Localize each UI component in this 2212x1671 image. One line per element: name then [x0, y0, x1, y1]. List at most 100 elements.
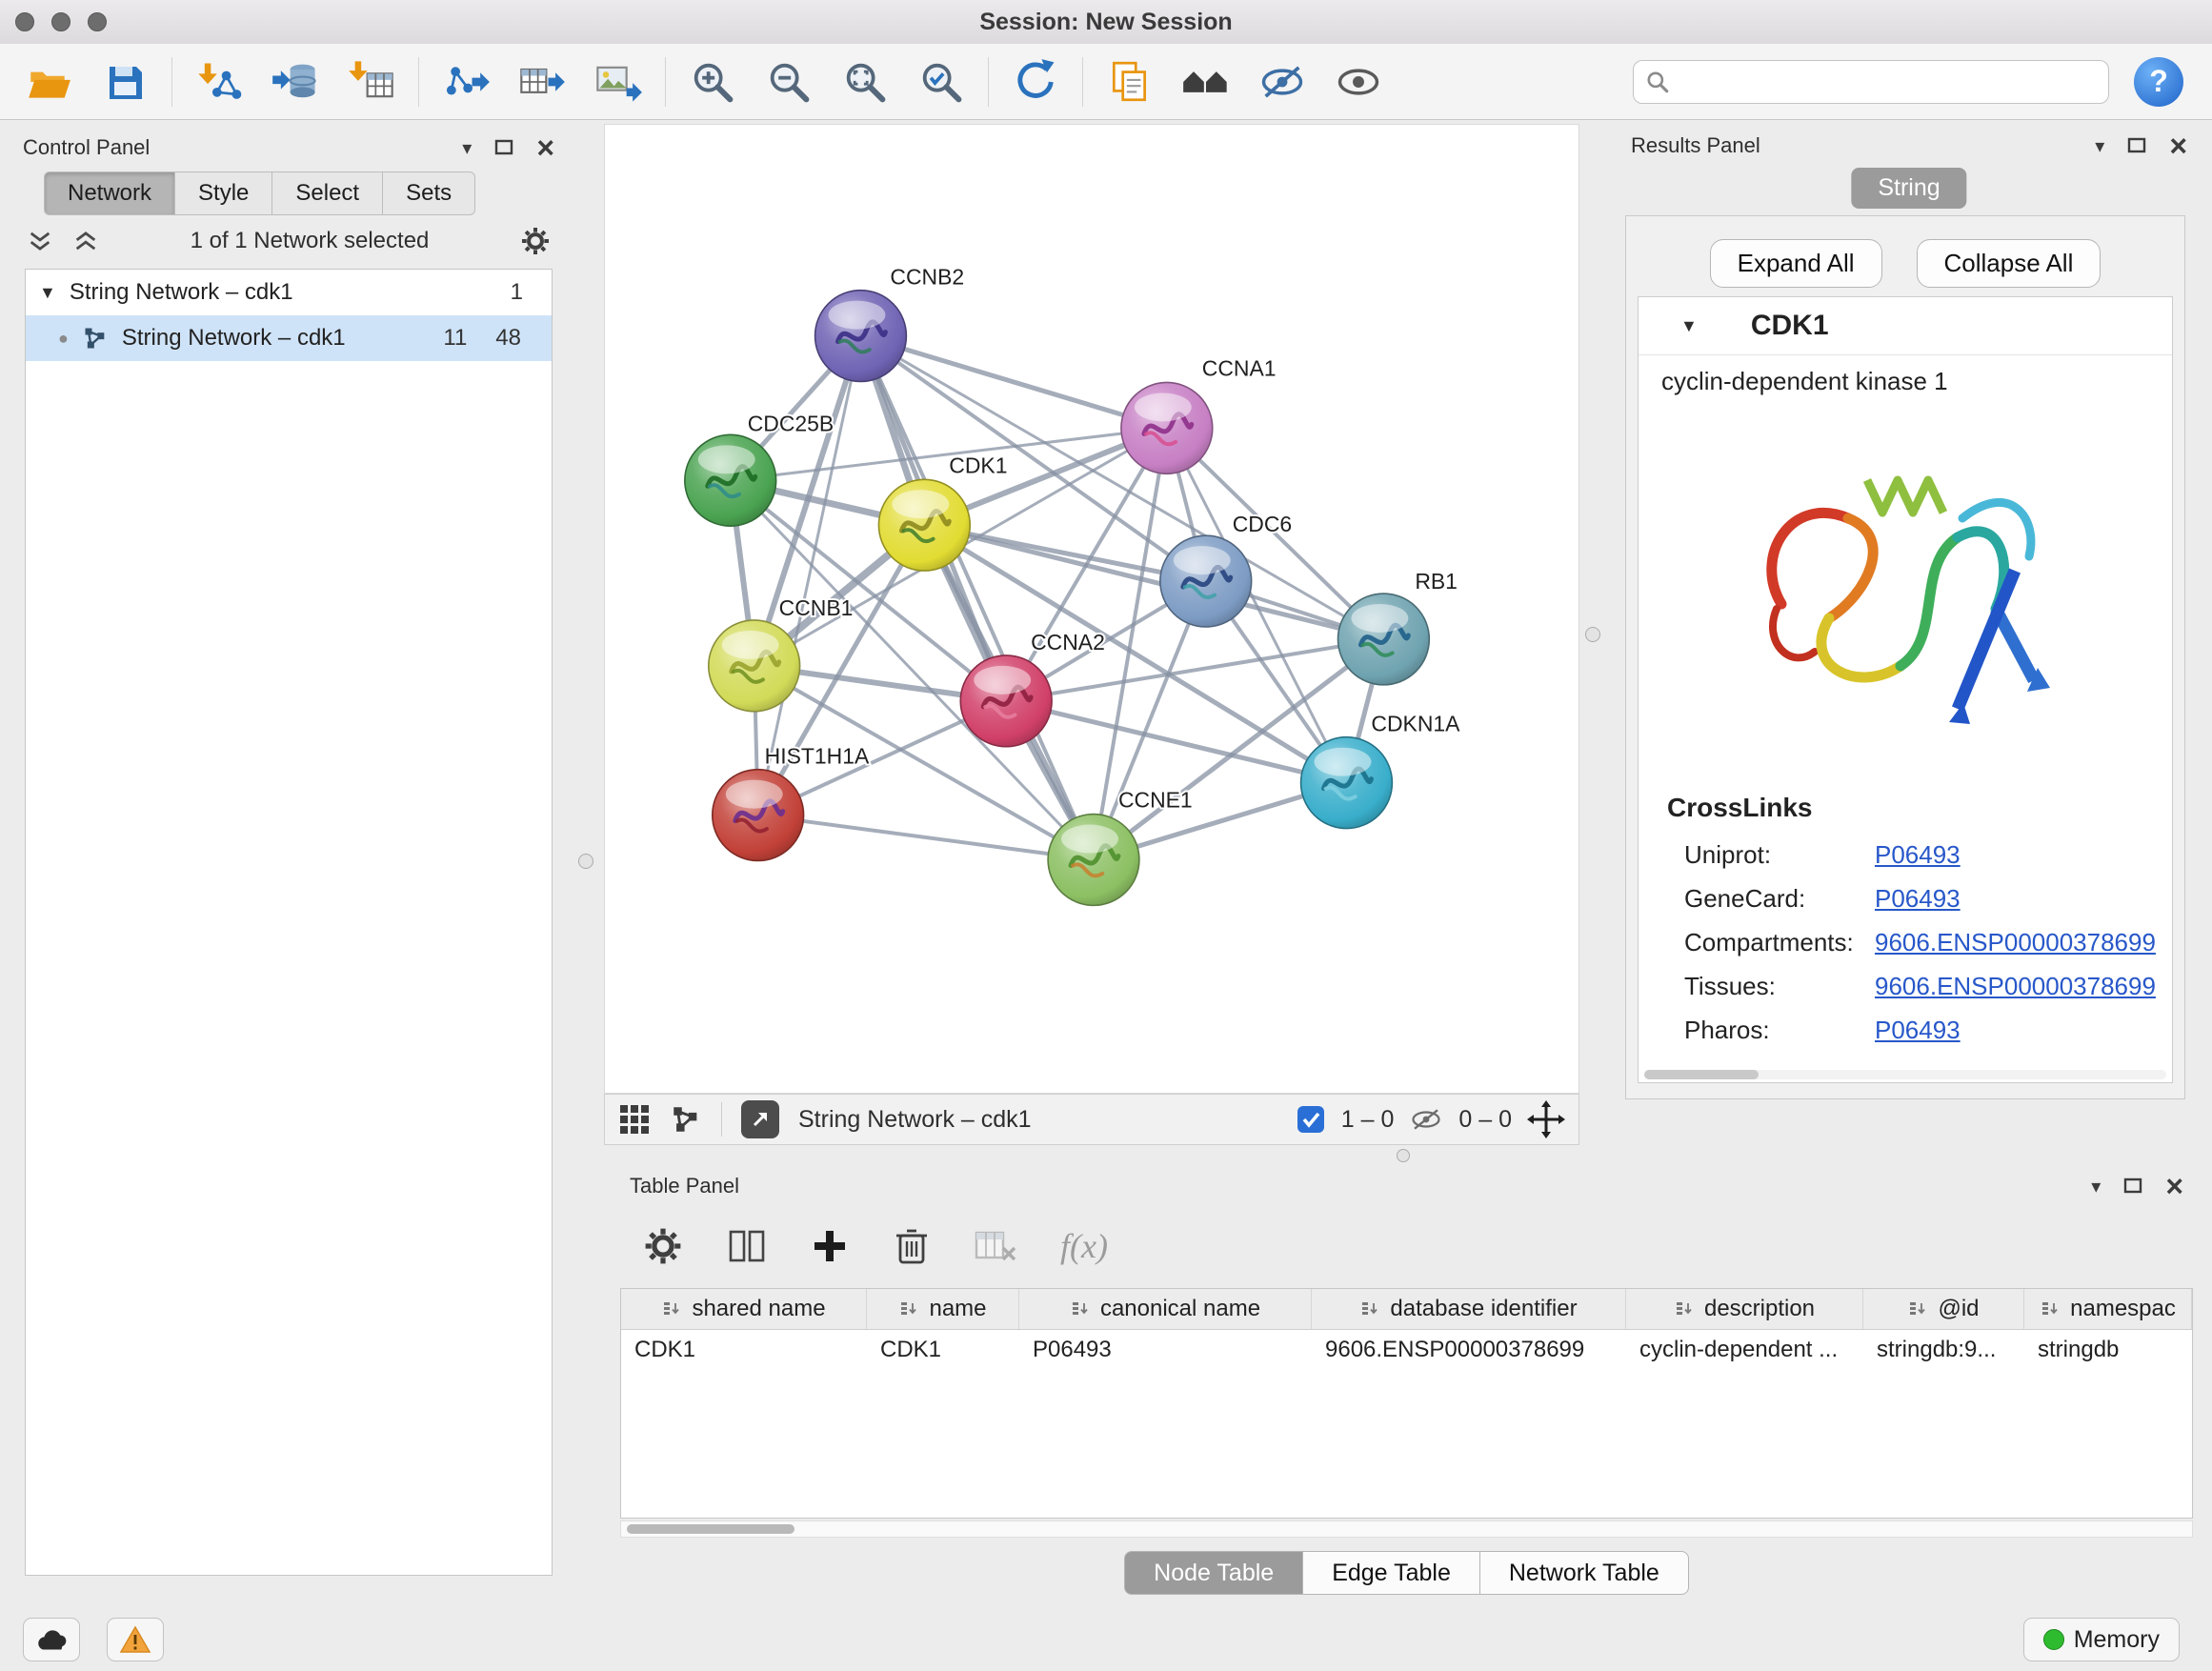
network-node-CCNA2[interactable] — [960, 655, 1052, 747]
collapse-all-icon[interactable] — [27, 228, 53, 254]
import-table-button[interactable] — [344, 54, 399, 110]
table-cell[interactable]: CDK1 — [621, 1330, 867, 1374]
gear-icon[interactable] — [520, 226, 551, 256]
close-panel-icon[interactable]: × — [536, 137, 554, 158]
table-panel-menu-icon[interactable]: ▾ — [2091, 1175, 2101, 1198]
pan-crosshair-icon[interactable] — [1527, 1100, 1565, 1138]
hide-selected-button[interactable] — [1255, 54, 1310, 110]
column-header-name[interactable]: name — [867, 1289, 1019, 1329]
show-all-button[interactable] — [1331, 54, 1386, 110]
tab-network-table[interactable]: Network Table — [1480, 1551, 1689, 1595]
delete-trash-icon[interactable] — [893, 1226, 931, 1266]
copy-document-button[interactable] — [1102, 54, 1157, 110]
results-close-panel-icon[interactable]: × — [2169, 135, 2187, 156]
network-node-CCNA1[interactable] — [1121, 382, 1213, 473]
left-splitter-handle[interactable] — [578, 854, 593, 869]
column-header-namespac[interactable]: namespac — [2024, 1289, 2192, 1329]
column-header-canonical-name[interactable]: canonical name — [1019, 1289, 1312, 1329]
network-node-CDKN1A[interactable] — [1301, 737, 1393, 829]
network-canvas[interactable]: CCNB2CCNA1CDC25BCDK1CDC6RB1CCNB1CCNA2CDK… — [604, 124, 1579, 1094]
grid-view-icon[interactable] — [618, 1103, 651, 1136]
table-cell[interactable]: stringdb — [2024, 1330, 2192, 1374]
import-network-button[interactable] — [191, 54, 247, 110]
column-header-description[interactable]: description — [1626, 1289, 1863, 1329]
crosslink-value[interactable]: P06493 — [1875, 884, 1961, 914]
show-columns-icon[interactable] — [727, 1226, 767, 1266]
add-column-plus-icon[interactable] — [811, 1227, 849, 1265]
network-edge[interactable] — [860, 336, 1094, 860]
hidden-eye-slash-icon[interactable] — [1409, 1105, 1443, 1134]
network-node-CDC6[interactable] — [1160, 535, 1252, 627]
bottom-splitter-handle[interactable] — [1397, 1149, 1410, 1162]
collapse-all-button[interactable]: Collapse All — [1917, 239, 2101, 288]
table-settings-gear-icon[interactable] — [643, 1226, 683, 1266]
warnings-button[interactable] — [107, 1618, 164, 1661]
column-header--id[interactable]: @id — [1863, 1289, 2024, 1329]
network-node-CCNE1[interactable] — [1048, 815, 1139, 906]
table-cell[interactable]: stringdb:9... — [1863, 1330, 2024, 1374]
right-splitter-handle[interactable] — [1585, 627, 1600, 642]
network-edge[interactable] — [1006, 701, 1346, 783]
search-field[interactable] — [1633, 60, 2109, 104]
zoom-window-button[interactable] — [88, 12, 107, 31]
network-node-RB1[interactable] — [1337, 594, 1429, 685]
first-neighbors-button[interactable] — [1178, 54, 1234, 110]
tab-node-table[interactable]: Node Table — [1124, 1551, 1303, 1595]
tab-sets[interactable]: Sets — [382, 171, 475, 215]
table-cell[interactable]: P06493 — [1019, 1330, 1312, 1374]
panel-menu-icon[interactable]: ▾ — [462, 136, 472, 160]
minimize-window-button[interactable] — [51, 12, 70, 31]
table-float-panel-icon[interactable] — [2123, 1178, 2142, 1195]
results-panel-menu-icon[interactable]: ▾ — [2095, 134, 2104, 158]
crosslink-value[interactable]: P06493 — [1875, 840, 1961, 870]
tab-select[interactable]: Select — [271, 171, 382, 215]
tab-network[interactable]: Network — [44, 171, 174, 215]
zoom-selected-button[interactable] — [914, 54, 969, 110]
crosslink-value[interactable]: 9606.ENSP00000378699 — [1875, 972, 2156, 1001]
export-table-button[interactable] — [514, 54, 570, 110]
save-session-button[interactable] — [97, 54, 152, 110]
table-horizontal-scrollbar[interactable] — [620, 1520, 2193, 1538]
import-database-button[interactable] — [268, 54, 323, 110]
network-graph[interactable]: CCNB2CCNA1CDC25BCDK1CDC6RB1CCNB1CCNA2CDK… — [605, 125, 1579, 1093]
close-window-button[interactable] — [15, 12, 34, 31]
tab-string[interactable]: String — [1851, 168, 1966, 209]
detach-view-button[interactable] — [741, 1100, 779, 1138]
crosslink-value[interactable]: P06493 — [1875, 1016, 1961, 1045]
network-node-CDC25B[interactable] — [685, 434, 776, 526]
search-input[interactable] — [1679, 68, 2097, 96]
network-collection-row[interactable]: ▼ String Network – cdk1 1 — [26, 270, 552, 315]
table-close-panel-icon[interactable]: × — [2165, 1176, 2183, 1197]
open-session-button[interactable] — [21, 54, 76, 110]
help-button[interactable]: ? — [2134, 57, 2183, 107]
refresh-layout-button[interactable] — [1008, 54, 1063, 110]
network-row[interactable]: ● String Network – cdk1 11 48 — [26, 315, 552, 361]
column-header-shared-name[interactable]: shared name — [621, 1289, 867, 1329]
tab-edge-table[interactable]: Edge Table — [1303, 1551, 1480, 1595]
results-horizontal-scrollbar[interactable] — [1644, 1070, 2166, 1079]
network-node-CCNB1[interactable] — [709, 620, 800, 712]
network-edge[interactable] — [758, 815, 1094, 860]
selected-nodes-checkbox-icon[interactable] — [1296, 1104, 1326, 1135]
column-header-database-identifier[interactable]: database identifier — [1312, 1289, 1626, 1329]
results-float-panel-icon[interactable] — [2127, 137, 2146, 154]
cloud-status-button[interactable] — [23, 1618, 80, 1661]
export-image-button[interactable] — [591, 54, 646, 110]
tree-expand-icon[interactable]: ▼ — [39, 283, 56, 303]
table-cell[interactable]: cyclin-dependent ... — [1626, 1330, 1863, 1374]
zoom-fit-button[interactable] — [837, 54, 893, 110]
table-row[interactable]: CDK1CDK1P064939606.ENSP00000378699cyclin… — [621, 1330, 2192, 1374]
table-cell[interactable]: 9606.ENSP00000378699 — [1312, 1330, 1626, 1374]
expand-all-button[interactable]: Expand All — [1710, 239, 1882, 288]
memory-button[interactable]: Memory — [2023, 1618, 2180, 1661]
network-node-HIST1H1A[interactable] — [713, 770, 804, 861]
zoom-in-button[interactable] — [685, 54, 740, 110]
gene-collapse-icon[interactable]: ▼ — [1680, 316, 1698, 336]
export-network-button[interactable] — [438, 54, 493, 110]
crosslink-value[interactable]: 9606.ENSP00000378699 — [1875, 928, 2156, 957]
network-edge[interactable] — [860, 336, 1166, 429]
network-view-icon[interactable] — [670, 1103, 702, 1136]
network-node-CDK1[interactable] — [878, 479, 970, 571]
table-cell[interactable]: CDK1 — [867, 1330, 1019, 1374]
float-panel-icon[interactable] — [494, 139, 513, 156]
